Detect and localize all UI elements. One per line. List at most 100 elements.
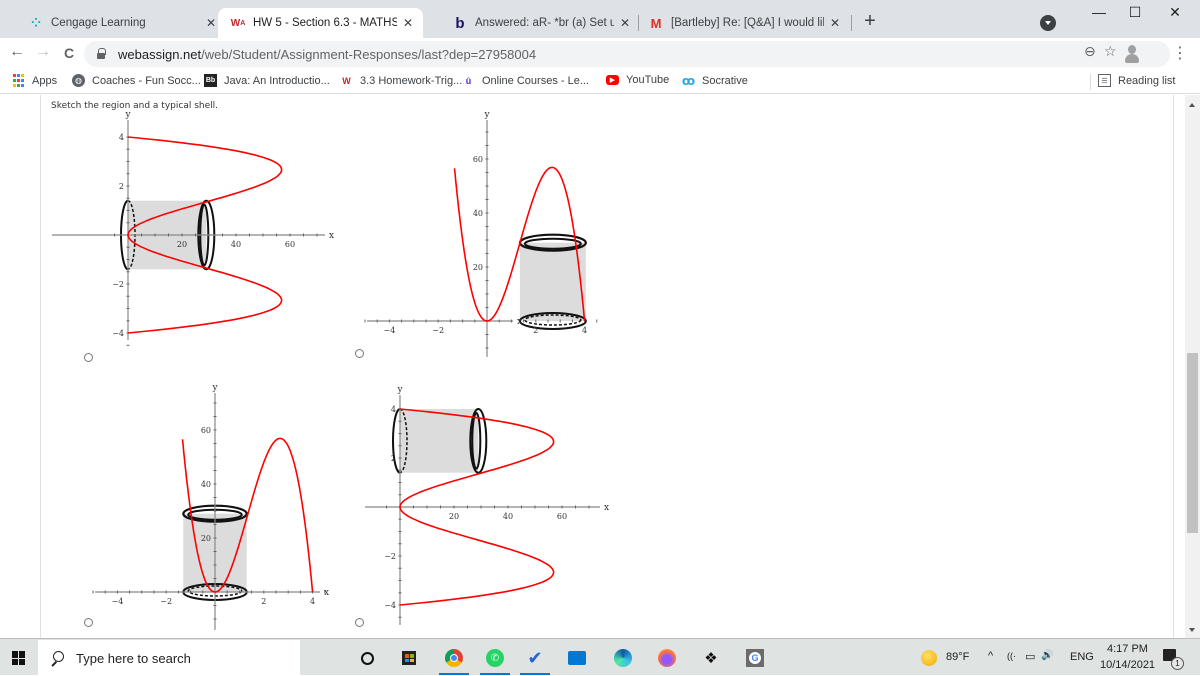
page-content: Sketch the region and a typical shell. 2… — [0, 95, 1200, 638]
radio-option-d[interactable] — [355, 618, 364, 627]
chrome-icon[interactable] — [443, 647, 465, 669]
weather-sun-icon[interactable] — [921, 650, 937, 666]
shell-body — [400, 409, 479, 473]
youtube-icon: ▶ — [606, 75, 619, 85]
firefox-icon[interactable] — [656, 647, 678, 669]
radio-option-b[interactable] — [355, 349, 364, 358]
close-icon[interactable]: ✕ — [830, 16, 840, 30]
scroll-thumb[interactable] — [1187, 353, 1198, 533]
tray-chevron-icon[interactable]: ^ — [988, 650, 993, 662]
close-icon[interactable]: ✕ — [403, 16, 413, 30]
bookmarks-bar: Apps ◍ Coaches - Fun Socc... Bb Java: An… — [0, 70, 1200, 94]
browser-toolbar: ← → C webassign.net/web/Student/Assignme… — [0, 38, 1200, 70]
bookmark-java[interactable]: Bb Java: An Introductio... — [204, 74, 330, 87]
webassign-icon: W — [342, 75, 351, 86]
bookmark-homework-trig[interactable]: W 3.3 Homework-Trig... — [340, 74, 462, 87]
back-button[interactable]: ← — [6, 43, 28, 61]
notification-count-badge: 1 — [1171, 657, 1184, 670]
forward-button[interactable]: → — [32, 43, 54, 61]
bookmark-label: Socrative — [702, 74, 748, 87]
tab-separator — [851, 15, 852, 31]
bookmark-label: Coaches - Fun Socc... — [92, 74, 201, 87]
clock-date[interactable]: 10/14/2021 — [1100, 659, 1155, 671]
google-icon[interactable]: G — [744, 647, 766, 669]
bookmark-label: 3.3 Homework-Trig... — [360, 74, 463, 87]
globe-icon: ◍ — [72, 74, 85, 87]
reading-list-button[interactable]: ☰ Reading list — [1098, 74, 1175, 87]
maximize-button[interactable]: ☐ — [1120, 4, 1150, 21]
graph-canvas: 20 40 60 4 2 −2 −4 x y — [365, 385, 609, 625]
bookmarks-separator — [1090, 74, 1091, 90]
x-tick-label: 20 — [449, 512, 459, 521]
y-tick-label: 2 — [391, 454, 396, 463]
bookmark-label: YouTube — [626, 74, 670, 86]
weather-temp[interactable]: 89°F — [946, 651, 969, 663]
tab-bartleby-answered[interactable]: b Answered: aR- *br (a) Set up an in ✕ — [440, 8, 640, 38]
zoom-icon[interactable]: ⊖ — [1084, 43, 1096, 60]
edge-icon[interactable] — [612, 647, 634, 669]
page-scrollbar[interactable] — [1185, 95, 1200, 638]
tab-strip: ⁘ Cengage Learning ✕ WA HW 5 - Section 6… — [0, 0, 1200, 38]
dropbox-icon[interactable]: ❖ — [700, 647, 722, 669]
close-icon[interactable]: ✕ — [620, 16, 630, 30]
tab-title: Cengage Learning — [51, 17, 146, 29]
battery-icon[interactable]: ▭ — [1025, 650, 1035, 663]
tab-title: [Bartleby] Re: [Q&A] I would like t — [671, 17, 824, 29]
y-tick-label: −4 — [384, 601, 396, 610]
taskbar-search-input[interactable]: Type here to search — [38, 640, 300, 676]
x-axis-label: x — [604, 503, 609, 513]
tab-gmail-bartleby[interactable]: M [Bartleby] Re: [Q&A] I would like t ✕ — [636, 8, 850, 38]
language-indicator[interactable]: ENG — [1070, 651, 1094, 663]
new-tab-button[interactable]: + — [858, 10, 882, 33]
socrative-icon: ꝏ — [681, 73, 696, 88]
bookmark-online-courses[interactable]: û Online Courses - Le... — [462, 74, 589, 87]
gmail-icon: M — [650, 15, 662, 31]
minimize-button[interactable]: — — [1084, 4, 1114, 20]
x-tick-label: 60 — [557, 512, 567, 521]
radio-option-a[interactable] — [84, 353, 93, 362]
tab-title: Answered: aR- *br (a) Set up an in — [475, 17, 614, 29]
scroll-down-arrow[interactable] — [1189, 628, 1195, 632]
close-window-button[interactable]: ✕ — [1160, 4, 1190, 21]
profile-avatar[interactable] — [1124, 45, 1140, 63]
cortana-icon[interactable] — [356, 647, 378, 669]
y-tick-label: −2 — [384, 552, 396, 561]
close-icon[interactable]: ✕ — [206, 16, 216, 30]
y-axis-label: y — [396, 385, 403, 395]
tab-search-icon[interactable] — [1040, 15, 1056, 31]
address-bar[interactable]: webassign.net/web/Student/Assignment-Res… — [84, 41, 1170, 67]
mail-icon[interactable] — [566, 647, 588, 669]
radio-option-c[interactable] — [84, 618, 93, 627]
x-tick-label: 40 — [503, 512, 513, 521]
bookmark-apps[interactable]: Apps — [12, 74, 57, 87]
blackboard-icon: Bb — [204, 74, 217, 87]
windows-taskbar: Type here to search ✆ ✔ ❖ G 89°F ^ ((· ▭… — [0, 638, 1200, 676]
todo-icon[interactable]: ✔ — [524, 647, 546, 669]
wifi-icon[interactable]: ((· — [1007, 651, 1016, 661]
search-icon — [50, 651, 64, 665]
bookmark-label: Online Courses - Le... — [482, 74, 589, 87]
udemy-icon: û — [465, 75, 472, 86]
reading-list-icon: ☰ — [1098, 74, 1111, 87]
windows-start-icon[interactable] — [12, 651, 26, 665]
reload-button[interactable]: C — [58, 45, 80, 61]
menu-button[interactable]: ⋮ — [1172, 43, 1188, 63]
clock-time[interactable]: 4:17 PM — [1107, 643, 1148, 655]
whatsapp-icon[interactable]: ✆ — [484, 647, 506, 669]
volume-icon[interactable]: 🔊 — [1041, 650, 1053, 661]
bookmark-label: Java: An Introductio... — [224, 74, 330, 87]
tab-webassign-hw5[interactable]: WA HW 5 - Section 6.3 - MATHS 122 ✕ — [218, 8, 423, 38]
bookmark-socrative[interactable]: ꝏ Socrative — [681, 73, 748, 88]
apps-grid-icon — [12, 74, 25, 87]
cengage-icon: ⁘ — [30, 16, 42, 30]
url-host: webassign.net — [118, 46, 202, 62]
url-path: /web/Student/Assignment-Responses/last?d… — [201, 46, 537, 62]
webassign-icon: WA — [230, 17, 246, 29]
store-icon[interactable] — [398, 647, 420, 669]
bookmark-youtube[interactable]: ▶ YouTube — [606, 74, 669, 86]
lock-icon — [96, 48, 106, 60]
bookmark-star-icon[interactable]: ☆ — [1104, 43, 1117, 60]
scroll-up-arrow[interactable] — [1189, 103, 1195, 107]
bookmark-coaches[interactable]: ◍ Coaches - Fun Socc... — [72, 74, 201, 87]
tab-cengage[interactable]: ⁘ Cengage Learning ✕ — [16, 8, 226, 38]
